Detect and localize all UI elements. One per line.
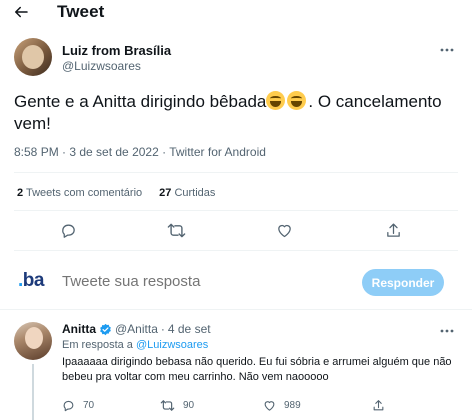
reply-like-count: 989 <box>284 400 301 411</box>
reply-comment-count: 70 <box>83 400 95 411</box>
divider <box>14 210 458 211</box>
share-button[interactable] <box>383 220 403 240</box>
reply-more-options-button[interactable] <box>438 324 456 338</box>
quote-tweets-stat[interactable]: 2 Tweets com comentário <box>17 187 142 199</box>
likes-stat[interactable]: 27 Curtidas <box>159 187 215 199</box>
comment-icon <box>61 224 75 238</box>
more-horizontal-icon <box>440 329 454 333</box>
likes-count: 27 <box>159 187 172 199</box>
author-avatar[interactable] <box>14 38 52 76</box>
reply-text: Ipaaaaaa dirigindo bebasa não querido. E… <box>62 356 452 383</box>
like-button[interactable] <box>274 220 294 240</box>
author-handle[interactable]: @Luizwsoares <box>62 59 141 73</box>
reply-tweet[interactable]: Anitta @Anitta · 4 de set Em resposta a … <box>0 318 472 420</box>
more-options-button[interactable] <box>438 43 456 57</box>
verified-badge-icon <box>99 323 112 336</box>
reply-submit-button[interactable]: Responder <box>362 269 444 296</box>
replying-to-link[interactable]: @Luizwsoares <box>136 339 208 351</box>
tweet-author: Luiz from Brasília @Luizwsoares <box>0 38 472 80</box>
reply-author-avatar[interactable] <box>14 322 52 360</box>
retweet-button[interactable] <box>166 220 186 240</box>
reply-share-button[interactable] <box>372 399 385 412</box>
tweet-timestamp[interactable]: 8:58 PM · 3 de set de 2022 · Twitter for… <box>14 145 266 159</box>
back-button[interactable] <box>10 2 32 22</box>
divider <box>14 250 458 251</box>
replying-to: Em resposta a @Luizwsoares <box>62 339 208 351</box>
reply-like-button[interactable]: 989 <box>263 399 301 412</box>
share-icon <box>386 222 400 237</box>
reply-input[interactable] <box>62 273 342 290</box>
page-title: Tweet <box>57 2 105 21</box>
user-avatar-logo[interactable]: .ba <box>18 270 44 292</box>
reply-date[interactable]: 4 de set <box>168 322 211 336</box>
retweet-icon <box>167 223 185 237</box>
reply-retweet-button[interactable]: 90 <box>160 399 194 412</box>
tweet-text-part1: Gente e a Anitta dirigindo bêbada <box>14 92 267 111</box>
tweet-actions <box>0 220 472 240</box>
more-horizontal-icon <box>440 48 454 52</box>
reply-retweet-count: 90 <box>183 400 195 411</box>
reply-actions: 70 90 989 <box>0 399 472 415</box>
tweet-stats: 2 Tweets com comentário 27 Curtidas <box>17 187 215 199</box>
heart-icon <box>264 401 275 411</box>
arrow-left-icon <box>15 6 28 18</box>
likes-label: Curtidas <box>174 187 216 199</box>
top-bar: Tweet <box>0 0 472 26</box>
reply-author-name[interactable]: Anitta <box>62 322 96 336</box>
reply-composer: .ba Responder <box>0 258 472 308</box>
quote-tweets-count: 2 <box>17 187 24 199</box>
tweet-text: Gente e a Anitta dirigindo bêbada. O can… <box>14 91 454 135</box>
reply-comment-button[interactable]: 70 <box>62 399 94 412</box>
replying-to-prefix: Em resposta a <box>62 339 133 351</box>
share-icon <box>373 400 384 411</box>
reply-author-handle[interactable]: @Anitta <box>115 322 158 336</box>
retweet-icon <box>160 400 175 411</box>
quote-tweets-label: Tweets com comentário <box>25 187 143 199</box>
reply-header: Anitta @Anitta · 4 de set <box>62 322 211 336</box>
divider <box>0 309 472 310</box>
grinning-face-emoji-icon <box>266 91 286 110</box>
separator-dot: · <box>160 322 165 336</box>
reply-button[interactable] <box>58 220 78 240</box>
comment-icon <box>63 400 74 412</box>
heart-icon <box>277 224 291 237</box>
divider <box>14 172 458 173</box>
author-name[interactable]: Luiz from Brasília <box>62 43 171 58</box>
grinning-face-emoji-icon <box>287 91 307 110</box>
